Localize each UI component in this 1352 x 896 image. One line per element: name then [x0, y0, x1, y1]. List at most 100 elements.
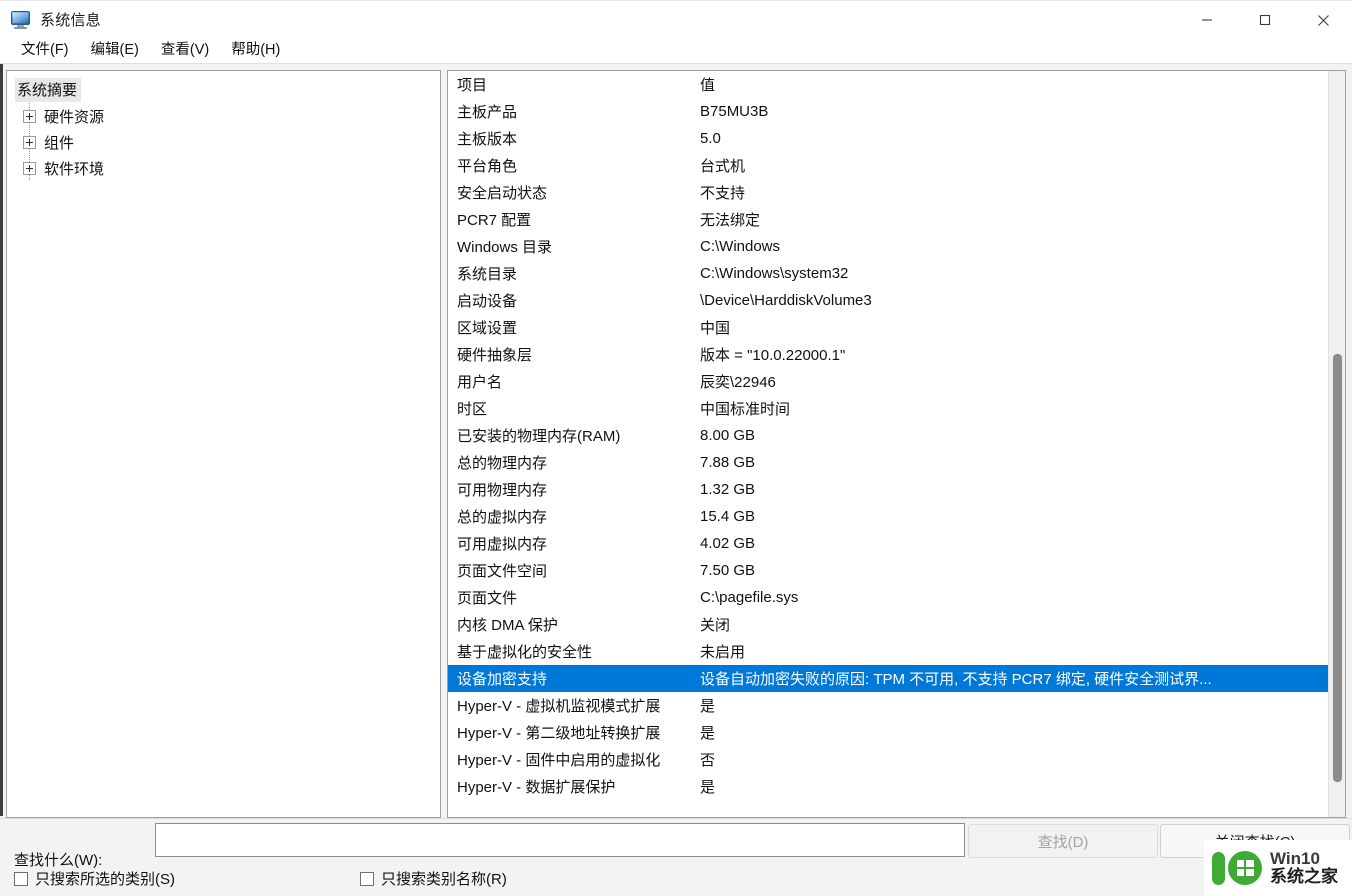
window-controls	[1178, 1, 1352, 39]
table-cell-value: B75MU3B	[700, 103, 769, 120]
table-cell-value: 15.4 GB	[700, 508, 756, 525]
menu-edit[interactable]: 编辑(E)	[80, 41, 150, 61]
table-cell-value: 无法绑定	[700, 212, 761, 229]
table-row[interactable]: 主板版本 5.0	[448, 125, 1328, 152]
checkbox-icon[interactable]	[14, 871, 28, 886]
table-cell-item: 区域设置	[457, 320, 518, 337]
table-cell-item: 页面文件	[457, 590, 518, 607]
tree-item-label: 硬件资源	[44, 108, 105, 126]
tree-item-hardware-resources[interactable]: 硬件资源	[15, 103, 440, 129]
expand-plus-icon[interactable]	[23, 109, 36, 123]
table-cell-item: 启动设备	[457, 293, 518, 310]
menu-bar: 文件(F) 编辑(E) 查看(V) 帮助(H)	[0, 38, 1352, 64]
close-find-button[interactable]: 关闭查找(C)	[1160, 824, 1350, 858]
table-cell-value: C:\Windows\system32	[700, 265, 849, 282]
table-cell-value: 辰奕\22946	[700, 374, 776, 391]
category-tree-panel: 系统摘要 硬件资源 组件 软件环境	[6, 70, 441, 818]
table-cell-item: 可用物理内存	[457, 482, 548, 499]
table-cell-value: 8.00 GB	[700, 427, 756, 444]
table-row[interactable]: 设备加密支持 设备自动加密失败的原因: TPM 不可用, 不支持 PCR7 绑定,…	[448, 665, 1328, 692]
table-row[interactable]: 已安装的物理内存(RAM) 8.00 GB	[448, 422, 1328, 449]
tree-item-label: 软件环境	[44, 160, 105, 178]
table-row[interactable]: 内核 DMA 保护 关闭	[448, 611, 1328, 638]
table-row[interactable]: 页面文件空间 7.50 GB	[448, 557, 1328, 584]
table-row[interactable]: 用户名 辰奕\22946	[448, 368, 1328, 395]
column-header-item[interactable]: 项目	[448, 74, 700, 95]
table-cell-item: 安全启动状态	[457, 185, 548, 202]
table-cell-item: 基于虚拟化的安全性	[457, 644, 593, 661]
window-title: 系统信息	[40, 12, 101, 29]
minimize-icon[interactable]	[1178, 1, 1236, 39]
checkbox-icon[interactable]	[360, 871, 374, 886]
table-row[interactable]: 总的虚拟内存 15.4 GB	[448, 503, 1328, 530]
table-cell-value: 是	[700, 779, 716, 796]
table-row[interactable]: Hyper-V - 第二级地址转换扩展 是	[448, 719, 1328, 746]
window-edge-strip	[0, 64, 3, 816]
table-row[interactable]: 可用虚拟内存 4.02 GB	[448, 530, 1328, 557]
table-cell-item: 时区	[457, 401, 488, 418]
tree-item-components[interactable]: 组件	[15, 129, 440, 155]
table-row[interactable]: 平台角色 台式机	[448, 152, 1328, 179]
table-cell-value: 中国标准时间	[700, 401, 791, 418]
main-content: 系统摘要 硬件资源 组件 软件环境 项目 值 主板产品 B75MU3B 主板版本…	[0, 64, 1352, 818]
table-cell-item: Windows 目录	[457, 239, 553, 256]
close-icon[interactable]	[1294, 1, 1352, 39]
table-row[interactable]: 区域设置 中国	[448, 314, 1328, 341]
table-row[interactable]: PCR7 配置 无法绑定	[448, 206, 1328, 233]
table-row[interactable]: Windows 目录 C:\Windows	[448, 233, 1328, 260]
table-cell-value: 中国	[700, 320, 731, 337]
find-label: 查找什么(W):	[14, 852, 103, 869]
table-cell-item: 平台角色	[457, 158, 518, 175]
table-row[interactable]: 时区 中国标准时间	[448, 395, 1328, 422]
column-header-value[interactable]: 值	[700, 74, 1328, 95]
table-cell-item: 内核 DMA 保护	[457, 617, 558, 634]
table-row[interactable]: Hyper-V - 固件中启用的虚拟化 否	[448, 746, 1328, 773]
table-vertical-scrollbar[interactable]	[1328, 71, 1345, 817]
table-row[interactable]: 总的物理内存 7.88 GB	[448, 449, 1328, 476]
table-row[interactable]: 可用物理内存 1.32 GB	[448, 476, 1328, 503]
table-cell-item: 系统目录	[457, 266, 518, 283]
table-row[interactable]: 页面文件 C:\pagefile.sys	[448, 584, 1328, 611]
table-cell-value: 是	[700, 698, 716, 715]
tree-item-system-summary[interactable]: 系统摘要	[15, 77, 440, 103]
table-row[interactable]: 安全启动状态 不支持	[448, 179, 1328, 206]
table-cell-value: 4.02 GB	[700, 535, 756, 552]
title-bar: 系统信息	[0, 0, 1352, 38]
table-cell-item: 硬件抽象层	[457, 347, 533, 364]
table-row[interactable]: 系统目录 C:\Windows\system32	[448, 260, 1328, 287]
table-cell-value: \Device\HarddiskVolume3	[700, 292, 872, 309]
menu-file[interactable]: 文件(F)	[10, 41, 80, 61]
find-input[interactable]	[155, 823, 965, 857]
table-row[interactable]: Hyper-V - 虚拟机监视模式扩展 是	[448, 692, 1328, 719]
table-cell-item: 可用虚拟内存	[457, 536, 548, 553]
table-row[interactable]: 基于虚拟化的安全性 未启用	[448, 638, 1328, 665]
expand-plus-icon[interactable]	[23, 161, 36, 175]
table-cell-value: C:\Windows	[700, 238, 781, 255]
table-row[interactable]: Hyper-V - 数据扩展保护 是	[448, 773, 1328, 800]
checkbox-selected-category-only[interactable]: 只搜索所选的类别(S)	[14, 868, 175, 889]
tree-item-software-environment[interactable]: 软件环境	[15, 155, 440, 181]
table-cell-value: 1.32 GB	[700, 481, 756, 498]
table-header-row: 项目 值	[448, 71, 1328, 98]
table-cell-value: 未启用	[700, 644, 746, 661]
details-table-panel: 项目 值 主板产品 B75MU3B 主板版本 5.0 平台角色 台式机安全启动状态 不支持 P…	[447, 70, 1346, 818]
table-cell-value: 不支持	[700, 185, 746, 202]
menu-help[interactable]: 帮助(H)	[220, 41, 291, 61]
find-button[interactable]: 查找(D)	[968, 824, 1158, 858]
table-row[interactable]: 主板产品 B75MU3B	[448, 98, 1328, 125]
maximize-icon[interactable]	[1236, 1, 1294, 39]
table-cell-value: 关闭	[700, 617, 731, 634]
table-row[interactable]: 硬件抽象层 版本 = "10.0.22000.1"	[448, 341, 1328, 368]
table-cell-item: Hyper-V - 第二级地址转换扩展	[457, 725, 661, 742]
menu-view[interactable]: 查看(V)	[150, 41, 220, 61]
table-cell-value: 台式机	[700, 158, 746, 175]
table-cell-value: C:\pagefile.sys	[700, 589, 799, 606]
expand-plus-icon[interactable]	[23, 135, 36, 149]
checkbox-category-name-only[interactable]: 只搜索类别名称(R)	[360, 868, 507, 889]
table-cell-value: 否	[700, 752, 716, 769]
table-row[interactable]: 启动设备 \Device\HarddiskVolume3	[448, 287, 1328, 314]
category-tree: 系统摘要 硬件资源 组件 软件环境	[7, 71, 440, 181]
scrollbar-thumb[interactable]	[1333, 354, 1342, 782]
table-cell-item: Hyper-V - 固件中启用的虚拟化	[457, 752, 661, 769]
table-body: 主板产品 B75MU3B 主板版本 5.0 平台角色 台式机安全启动状态 不支持 PCR7 配…	[448, 98, 1328, 800]
